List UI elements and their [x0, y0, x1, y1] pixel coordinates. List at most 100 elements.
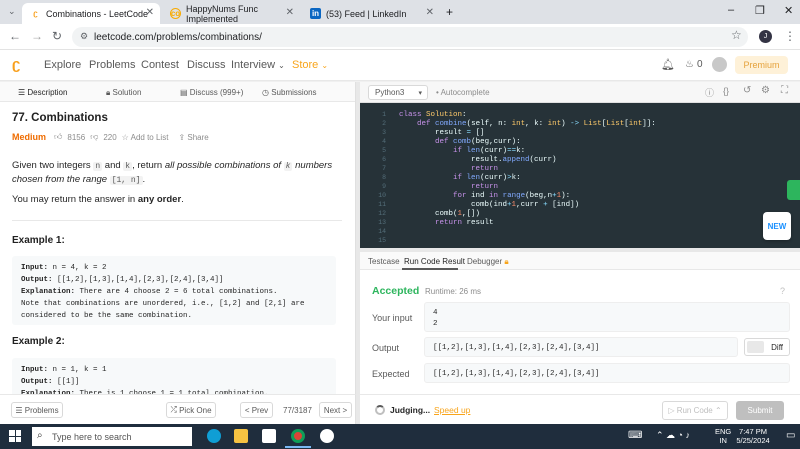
tab-debugger[interactable]: Debugger 🔒︎ — [467, 257, 509, 267]
diff-toggle[interactable]: Diff — [744, 338, 790, 356]
tab-happynums[interactable]: co HappyNums Func Implemented ✕ — [162, 3, 300, 24]
tab-testcase[interactable]: Testcase — [368, 257, 400, 266]
example-1-box: Input: n = 4, k = 2 Output: [[1,2],[1,3]… — [12, 256, 336, 325]
close-tab-icon[interactable]: ✕ — [146, 7, 154, 18]
pick-one-button[interactable]: ⤮ Pick One — [166, 402, 216, 418]
site-info-icon[interactable]: ⚙ — [80, 31, 88, 42]
leetcode-logo-icon[interactable]: ʗ — [12, 56, 20, 73]
url-field[interactable]: ⚙ leetcode.com/problems/combinations/ — [72, 27, 748, 47]
prev-button[interactable]: < Prev — [240, 402, 273, 418]
problem-description-pane: ☰ Description 🔒︎ Solution ▤ Discuss (999… — [0, 82, 356, 394]
nav-explore[interactable]: Explore — [44, 59, 81, 71]
notifications-icon[interactable]: ▭ — [786, 430, 795, 441]
browser-menu-icon[interactable]: ⋮ — [784, 29, 796, 43]
bookmark-star-icon[interactable]: ☆ — [731, 28, 742, 42]
new-tab-icon[interactable]: + — [446, 5, 453, 19]
close-window-icon[interactable]: ✕ — [784, 4, 793, 17]
line-number: 15 — [378, 237, 386, 244]
new-button[interactable]: NEW — [763, 212, 791, 240]
back-icon[interactable]: ← — [9, 29, 21, 43]
taskbar-search-input[interactable]: ⌕ Type here to search — [32, 427, 192, 446]
nav-store[interactable]: Store ⌄ — [292, 59, 328, 71]
store-icon[interactable] — [262, 429, 276, 443]
tab-label: Combinations - LeetCode — [46, 8, 149, 19]
chatgpt-icon[interactable] — [320, 429, 334, 443]
chrome-icon[interactable] — [291, 429, 305, 443]
problem-title: 77. Combinations — [12, 112, 108, 124]
language-select[interactable]: Python3 ▾ — [368, 85, 428, 100]
diff-switch[interactable] — [747, 341, 764, 353]
nav-problems[interactable]: Problems — [89, 59, 135, 71]
line-number: 11 — [378, 201, 386, 208]
speed-up-link[interactable]: Speed up — [434, 405, 470, 415]
reset-icon[interactable]: ↺ — [743, 85, 751, 96]
code-range: [1, n] — [109, 176, 143, 185]
bell-icon[interactable]: 🔔︎ — [661, 58, 675, 71]
submit-button[interactable]: Submit — [736, 401, 784, 420]
language-label: Python3 — [375, 88, 405, 97]
tab-linkedin[interactable]: in (53) Feed | LinkedIn ✕ — [302, 3, 440, 24]
edge-icon[interactable] — [207, 429, 221, 443]
help-icon[interactable]: ? — [780, 286, 785, 296]
next-button[interactable]: Next > — [319, 402, 352, 418]
info-icon[interactable]: ⓘ — [705, 86, 714, 99]
tab-submissions[interactable]: ◷ Submissions — [262, 88, 317, 97]
tab-search-icon[interactable]: ⌄ — [8, 6, 16, 17]
share-button[interactable]: ⇪ Share — [178, 133, 213, 142]
windows-start-icon[interactable] — [9, 430, 21, 442]
tab-discuss[interactable]: ▤ Discuss (999+) — [180, 88, 243, 97]
keyboard-icon[interactable]: ⌨ — [628, 430, 642, 441]
statement-text: all possible combinations of — [164, 160, 284, 171]
tab-solution[interactable]: 🔒︎ Solution — [106, 88, 141, 98]
minimize-icon[interactable]: – — [728, 4, 734, 16]
nav-discuss[interactable]: Discuss — [187, 59, 226, 71]
close-tab-icon[interactable]: ✕ — [286, 7, 294, 18]
problems-list-button[interactable]: ☰ Problems — [11, 402, 63, 418]
tab-description[interactable]: ☰ Description — [18, 88, 67, 97]
language-indicator[interactable]: ENG IN — [715, 427, 731, 445]
nav-store-label: Store — [292, 59, 319, 71]
profile-avatar[interactable]: J — [759, 30, 772, 43]
forward-icon[interactable]: → — [31, 29, 43, 43]
problem-statement: Given two integers n and k, return all p… — [12, 159, 342, 187]
side-tab-icon[interactable] — [787, 180, 800, 200]
code-editor[interactable]: 1 2 3 4 5 6 7 8 9 10 11 12 13 14 15 class Solution: de… — [360, 103, 800, 248]
tab-run-code-result[interactable]: Run Code Result — [404, 257, 465, 266]
reload-icon[interactable]: ↻ — [52, 29, 62, 43]
fullscreen-icon[interactable]: ⛶ — [781, 85, 788, 96]
premium-button[interactable]: Premium — [735, 56, 788, 74]
runtime-text: Runtime: 26 ms — [425, 287, 482, 296]
line-number: 9 — [382, 183, 386, 190]
autocomplete-toggle[interactable]: • Autocomplete — [436, 88, 490, 97]
problem-order-note: You may return the answer in any order. — [12, 193, 342, 206]
like-count: 8156 — [67, 132, 86, 142]
file-explorer-icon[interactable] — [234, 429, 248, 443]
tab-discuss-label: Discuss (999+) — [189, 88, 244, 97]
run-code-label: Run Code — [676, 406, 713, 415]
dislike-icon[interactable]: 👎︎ — [90, 132, 98, 142]
clock[interactable]: 7:47 PM 5/25/2024 — [734, 427, 772, 445]
tray-icons[interactable]: ⌃ ☁ ◔ ♪ — [656, 430, 690, 441]
nav-interview[interactable]: Interview ⌄ — [231, 59, 285, 71]
maximize-icon[interactable]: ❐ — [755, 4, 765, 17]
braces-icon[interactable]: {} — [723, 86, 729, 96]
input-line: 2 — [433, 320, 438, 328]
search-placeholder: Type here to search — [52, 431, 132, 442]
like-icon[interactable]: 👍︎ — [54, 132, 62, 142]
statement-bold: any order — [137, 194, 182, 205]
nav-contest[interactable]: Contest — [141, 59, 179, 71]
code-n: n — [93, 162, 103, 171]
code-line: result.append(curr) — [399, 156, 557, 164]
address-bar: ← → ↻ ⚙ leetcode.com/problems/combinatio… — [0, 24, 800, 50]
close-tab-icon[interactable]: ✕ — [426, 7, 434, 18]
fire-icon[interactable]: ♨ — [685, 59, 694, 70]
line-number: 1 — [382, 111, 386, 118]
problem-footer: ☰ Problems ⤮ Pick One < Prev 77/3187 Nex… — [0, 394, 356, 424]
user-avatar[interactable] — [712, 57, 727, 72]
code-k: k — [123, 162, 133, 171]
tab-combinations[interactable]: ʗ Combinations - LeetCode ✕ — [22, 3, 160, 24]
run-code-button[interactable]: ▷ Run Code ⌃ — [662, 401, 728, 420]
add-to-list-button[interactable]: ☆ Add to List — [122, 133, 174, 142]
code-line: def combine(self, n: int, k: int) -> Lis… — [417, 120, 656, 128]
settings-icon[interactable]: ⚙ — [761, 85, 770, 96]
